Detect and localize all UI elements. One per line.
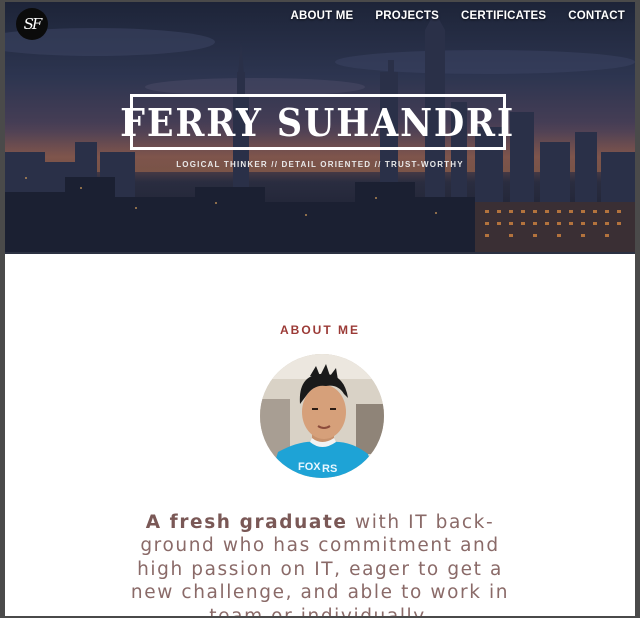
- about-description: A fresh graduate with IT back-ground who…: [120, 511, 520, 617]
- page: SF ABOUT ME PROJECTS CERTIFICATES CONTAC…: [5, 2, 635, 616]
- nav-link-certificates[interactable]: CERTIFICATES: [461, 10, 546, 22]
- main-nav: ABOUT ME PROJECTS CERTIFICATES CONTACT: [290, 10, 625, 22]
- profile-photo: FOX RS: [260, 354, 384, 478]
- hero-banner: SF ABOUT ME PROJECTS CERTIFICATES CONTAC…: [5, 2, 635, 252]
- hero-tagline: LOGICAL THINKER // DETAIL ORIENTED // TR…: [176, 160, 464, 169]
- nav-link-about-me[interactable]: ABOUT ME: [290, 10, 353, 22]
- nav-link-projects[interactable]: PROJECTS: [375, 10, 439, 22]
- svg-text:FOX: FOX: [298, 461, 321, 473]
- about-intro-bold: A fresh graduate: [145, 511, 348, 533]
- site-logo[interactable]: SF: [16, 8, 48, 40]
- nav-link-contact[interactable]: CONTACT: [568, 10, 625, 22]
- hero-name: FERRY SUHANDRI: [120, 99, 516, 145]
- hero-title-box: FERRY SUHANDRI: [121, 94, 514, 150]
- svg-text:RS: RS: [322, 463, 337, 475]
- logo-monogram: SF: [23, 15, 43, 33]
- hero-divider: [5, 252, 635, 254]
- profile-photo-illustration: FOX RS: [260, 354, 384, 478]
- about-heading: ABOUT ME: [280, 322, 360, 337]
